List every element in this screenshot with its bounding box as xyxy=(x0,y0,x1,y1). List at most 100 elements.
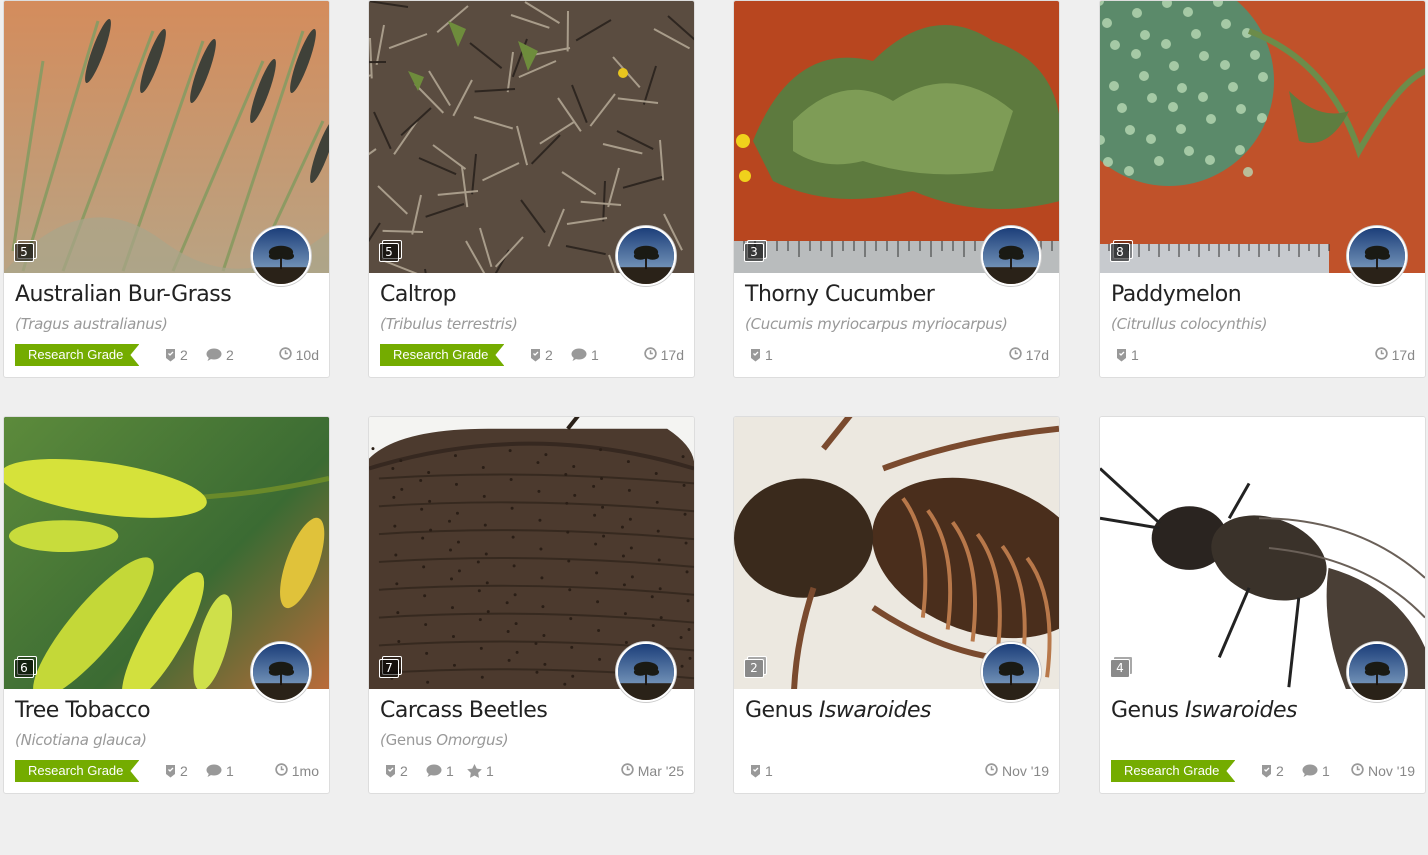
identification-icon xyxy=(165,764,176,778)
observation-card[interactable]: 3 Thorny Cucumber (Cucumis myriocarpus my… xyxy=(733,0,1060,378)
user-avatar[interactable] xyxy=(981,226,1041,286)
photo-count: 7 xyxy=(379,659,399,678)
user-avatar-image xyxy=(253,228,309,284)
photo-count-icon: 6 xyxy=(14,656,37,679)
comment-count-value: 1 xyxy=(591,347,599,363)
photo-count-icon: 8 xyxy=(1110,240,1133,263)
clock-icon xyxy=(1008,347,1022,363)
scientific-rank: Genus xyxy=(385,731,437,749)
observation-date-value: 17d xyxy=(1391,347,1415,363)
taxon-name[interactable]: Genus Iswaroides xyxy=(1111,698,1297,723)
observation-card[interactable]: 6 Tree Tobacco (Nicotiana glauca) Research… xyxy=(3,416,330,794)
taxon-name[interactable]: Thorny Cucumber xyxy=(745,282,935,307)
taxon-name[interactable]: Carcass Beetles xyxy=(380,698,548,723)
comment-icon xyxy=(1302,764,1318,778)
photo-count: 5 xyxy=(14,243,34,262)
scientific-name-text: Cucumis myriocarpus myriocarpus xyxy=(750,315,1003,333)
taxon-name[interactable]: Genus Iswaroides xyxy=(745,698,931,723)
taxon-name[interactable]: Paddymelon xyxy=(1111,282,1242,307)
user-avatar[interactable] xyxy=(1347,226,1407,286)
observation-card[interactable]: 8 Paddymelon (Citrullus colocynthis) 1 17d xyxy=(1099,0,1426,378)
scientific-name: (Tragus australianus) xyxy=(15,315,168,333)
identification-count-value: 2 xyxy=(180,347,188,363)
user-avatar[interactable] xyxy=(981,642,1041,702)
identification-icon xyxy=(1261,764,1272,778)
user-avatar-image xyxy=(618,228,674,284)
comment-icon xyxy=(426,764,442,778)
taxon-name[interactable]: Caltrop xyxy=(380,282,457,307)
scientific-name-text: Tribulus terrestris xyxy=(385,315,513,333)
photo-count: 5 xyxy=(379,243,399,262)
taxon-name-text: Tree Tobacco xyxy=(15,698,151,723)
user-avatar-image xyxy=(1349,228,1405,284)
observation-meta: Research Grade 2 1 Nov '19 xyxy=(1111,759,1415,781)
taxon-name[interactable]: Tree Tobacco xyxy=(15,698,151,723)
identification-count: 2 xyxy=(165,761,188,781)
photo-count-icon: 5 xyxy=(14,240,37,263)
identification-count: 1 xyxy=(750,345,773,365)
identification-count-value: 2 xyxy=(1276,763,1284,779)
research-grade-badge: Research Grade xyxy=(15,344,139,366)
identification-count: 2 xyxy=(1261,761,1284,781)
comment-count: 1 xyxy=(571,345,599,365)
observation-card[interactable]: 5 Caltrop (Tribulus terrestris) Research G… xyxy=(368,0,695,378)
user-avatar-image xyxy=(983,644,1039,700)
comment-count-value: 1 xyxy=(1322,763,1330,779)
clock-icon xyxy=(275,763,288,779)
user-avatar[interactable] xyxy=(251,226,311,286)
comment-count-value: 1 xyxy=(446,763,454,779)
observation-date: Nov '19 xyxy=(985,761,1049,781)
user-avatar-image xyxy=(983,228,1039,284)
user-avatar[interactable] xyxy=(251,642,311,702)
identification-count: 2 xyxy=(530,345,553,365)
observation-card[interactable]: 5 Australian Bur-Grass (Tragus australian… xyxy=(3,0,330,378)
observation-card[interactable]: 2 Genus Iswaroides 1 Nov '19 xyxy=(733,416,1060,794)
comment-count-value: 2 xyxy=(226,347,234,363)
clock-icon xyxy=(1374,347,1388,363)
user-avatar[interactable] xyxy=(1347,642,1407,702)
user-avatar-image xyxy=(618,644,674,700)
observation-date: 17d xyxy=(1374,345,1415,365)
fave-count-value: 1 xyxy=(486,763,494,779)
identification-count-value: 2 xyxy=(400,763,408,779)
photo-count: 3 xyxy=(744,243,764,262)
clock-icon xyxy=(1351,763,1364,779)
scientific-name: (Nicotiana glauca) xyxy=(15,731,147,749)
observation-card[interactable]: 7 Carcass Beetles (Genus Omorgus) 2 1 1 Mar '… xyxy=(368,416,695,794)
observation-date: 17d xyxy=(1008,345,1049,365)
fave-count: 1 xyxy=(467,761,494,781)
observation-meta: Research Grade 2 1 17d xyxy=(380,343,684,365)
identification-icon xyxy=(165,348,176,362)
clock-icon xyxy=(278,347,292,363)
observation-date-value: Mar '25 xyxy=(637,763,684,779)
identification-count: 2 xyxy=(165,345,188,365)
clock-icon xyxy=(643,347,657,363)
comment-icon xyxy=(206,764,222,778)
identification-count-value: 1 xyxy=(765,763,773,779)
user-avatar-image xyxy=(1349,644,1405,700)
identification-icon xyxy=(750,348,761,362)
identification-count-value: 2 xyxy=(545,347,553,363)
observation-card[interactable]: 4 Genus Iswaroides Research Grade 2 1 Nov '1… xyxy=(1099,416,1426,794)
taxon-name[interactable]: Australian Bur-Grass xyxy=(15,282,232,307)
taxon-rank: Genus xyxy=(1111,698,1185,723)
identification-icon xyxy=(385,764,396,778)
taxon-name-text: Caltrop xyxy=(380,282,457,307)
comment-count: 2 xyxy=(206,345,234,365)
taxon-name-text: Australian Bur-Grass xyxy=(15,282,232,307)
taxon-name-text: Carcass Beetles xyxy=(380,698,548,723)
observation-date-value: 17d xyxy=(1025,347,1049,363)
research-grade-badge: Research Grade xyxy=(15,760,139,782)
identification-icon xyxy=(530,348,541,362)
user-avatar[interactable] xyxy=(616,226,676,286)
scientific-name-text: Tragus australianus xyxy=(20,315,163,333)
observation-date: 17d xyxy=(643,345,684,365)
user-avatar[interactable] xyxy=(616,642,676,702)
observation-grid: 5 Australian Bur-Grass (Tragus australian… xyxy=(0,0,1428,855)
scientific-name-text: Nicotiana glauca xyxy=(20,731,142,749)
clock-icon xyxy=(985,763,998,779)
observation-meta: 1 17d xyxy=(745,343,1049,365)
observation-date-value: 1mo xyxy=(291,763,319,779)
taxon-name-text: Paddymelon xyxy=(1111,282,1242,307)
observation-meta: 1 17d xyxy=(1111,343,1415,365)
